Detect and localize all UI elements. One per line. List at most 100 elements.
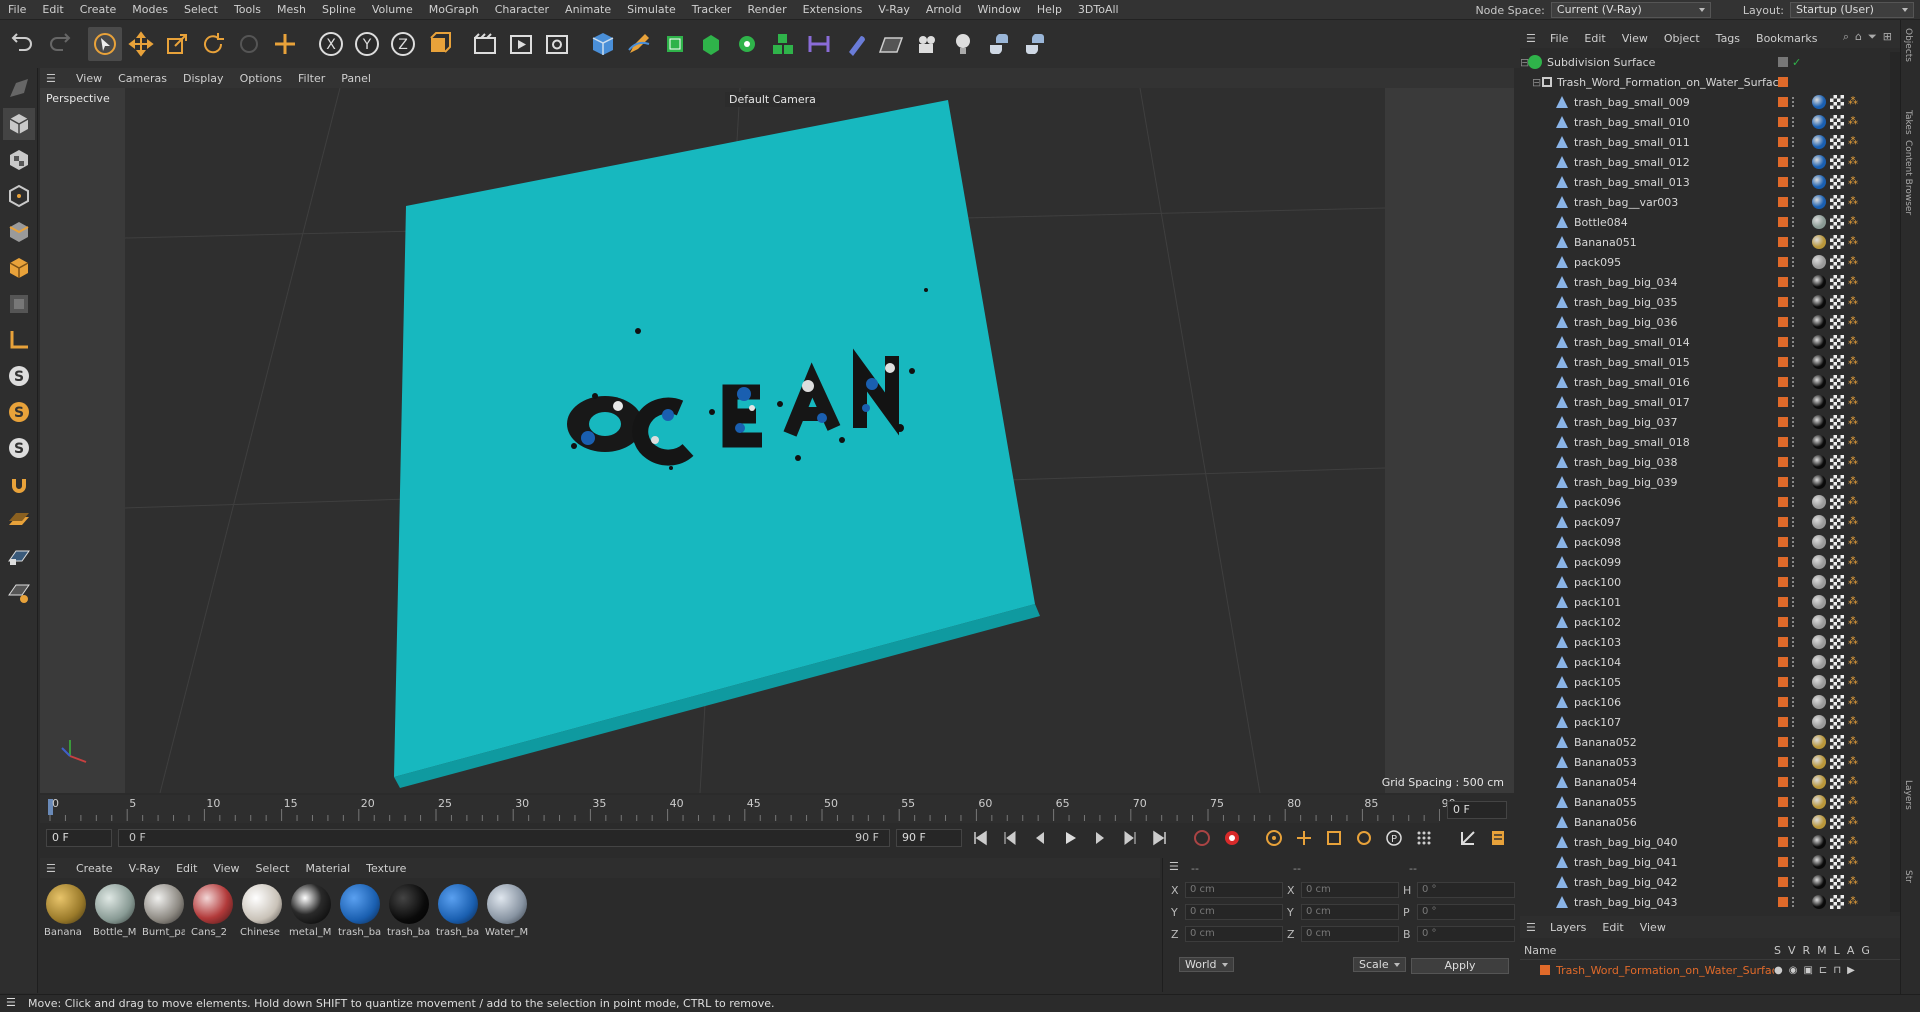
- viewport-menu-view[interactable]: View: [68, 72, 110, 85]
- coord-field[interactable]: 0 cm: [1301, 904, 1399, 920]
- coord-field[interactable]: 0 °: [1417, 882, 1515, 898]
- uv-tag-icon[interactable]: [1830, 555, 1844, 569]
- uv-tag-icon[interactable]: [1830, 755, 1844, 769]
- material-tag-icon[interactable]: [1812, 235, 1826, 249]
- object-row[interactable]: trash_bag_big_037 ⁂: [1520, 412, 1890, 432]
- menu-file[interactable]: File: [0, 3, 34, 16]
- viewport-menu-cameras[interactable]: Cameras: [110, 72, 175, 85]
- visibility-dots-icon[interactable]: [1792, 657, 1796, 667]
- parameter-key-button[interactable]: P: [1382, 827, 1406, 849]
- object-row[interactable]: trash_bag_big_034 ⁂: [1520, 272, 1890, 292]
- start-frame-field[interactable]: 0 F: [46, 829, 112, 847]
- object-row[interactable]: trash_bag_small_009 ⁂: [1520, 92, 1890, 112]
- hamburger-icon[interactable]: ☰: [1169, 860, 1179, 873]
- side-tab[interactable]: Layers: [1903, 780, 1913, 810]
- layer-color-icon[interactable]: [1778, 497, 1788, 507]
- hamburger-icon[interactable]: ☰: [46, 72, 68, 85]
- phong-tag-icon[interactable]: ⁂: [1848, 396, 1860, 408]
- y-axis-button[interactable]: Y: [350, 27, 384, 61]
- object-row[interactable]: trash_bag_small_011 ⁂: [1520, 132, 1890, 152]
- material-tag-icon[interactable]: [1812, 355, 1826, 369]
- layer-color-icon[interactable]: [1778, 717, 1788, 727]
- extrude-button[interactable]: [694, 27, 728, 61]
- material-menu-texture[interactable]: Texture: [358, 862, 414, 875]
- material-swatch[interactable]: trash_ba: [338, 884, 381, 988]
- home-icon[interactable]: ⌂: [1855, 30, 1862, 44]
- phong-tag-icon[interactable]: ⁂: [1848, 596, 1860, 608]
- uv-tag-icon[interactable]: [1830, 855, 1844, 869]
- phong-tag-icon[interactable]: ⁂: [1848, 156, 1860, 168]
- side-tab[interactable]: Str: [1903, 870, 1913, 883]
- autokey-button[interactable]: [1220, 827, 1244, 849]
- object-row[interactable]: trash_bag_big_041 ⁂: [1520, 852, 1890, 872]
- material-menu-view[interactable]: View: [205, 862, 247, 875]
- object-menu-view[interactable]: View: [1614, 32, 1656, 45]
- layer-color-icon[interactable]: [1778, 157, 1788, 167]
- visibility-dots-icon[interactable]: [1792, 397, 1796, 407]
- texture-mode-button[interactable]: [3, 144, 35, 176]
- material-tag-icon[interactable]: [1812, 155, 1826, 169]
- material-tag-icon[interactable]: [1812, 775, 1826, 789]
- object-menu-edit[interactable]: Edit: [1576, 32, 1613, 45]
- material-tag-icon[interactable]: [1812, 595, 1826, 609]
- object-row[interactable]: pack102 ⁂: [1520, 612, 1890, 632]
- menu-window[interactable]: Window: [969, 3, 1028, 16]
- uv-tag-icon[interactable]: [1830, 515, 1844, 529]
- layer-color-icon[interactable]: [1778, 237, 1788, 247]
- visibility-dots-icon[interactable]: [1792, 637, 1796, 647]
- visibility-dots-icon[interactable]: [1792, 477, 1796, 487]
- visibility-dots-icon[interactable]: [1792, 217, 1796, 227]
- viewport[interactable]: Perspective Default Camera Grid Spacing …: [40, 88, 1514, 793]
- object-row[interactable]: trash_bag__var003 ⁂: [1520, 192, 1890, 212]
- material-tag-icon[interactable]: [1812, 695, 1826, 709]
- coord-type-dropdown[interactable]: Scale: [1353, 957, 1406, 972]
- new-window-icon[interactable]: ⊞: [1883, 30, 1892, 44]
- uv-tag-icon[interactable]: [1830, 275, 1844, 289]
- cloner-button[interactable]: [730, 27, 764, 61]
- layer-color-icon[interactable]: [1778, 877, 1788, 887]
- visibility-dots-icon[interactable]: [1792, 757, 1796, 767]
- layer-color-icon[interactable]: [1778, 357, 1788, 367]
- hamburger-icon[interactable]: ☰: [1520, 32, 1542, 45]
- object-row[interactable]: trash_bag_small_015 ⁂: [1520, 352, 1890, 372]
- mograph-button[interactable]: [766, 27, 800, 61]
- layer-color-icon[interactable]: [1778, 117, 1788, 127]
- material-tag-icon[interactable]: [1812, 215, 1826, 229]
- material-swatch[interactable]: metal_M: [289, 884, 332, 988]
- object-row[interactable]: trash_bag_big_042 ⁂: [1520, 872, 1890, 892]
- material-menu-create[interactable]: Create: [68, 862, 121, 875]
- menu-character[interactable]: Character: [487, 3, 557, 16]
- visibility-dots-icon[interactable]: [1792, 557, 1796, 567]
- go-to-end-button[interactable]: [1148, 827, 1172, 849]
- phong-tag-icon[interactable]: ⁂: [1848, 116, 1860, 128]
- rotate-tool-button[interactable]: [196, 27, 230, 61]
- light-button[interactable]: [946, 27, 980, 61]
- uv-tag-icon[interactable]: [1830, 215, 1844, 229]
- phong-tag-icon[interactable]: ⁂: [1848, 416, 1860, 428]
- layer-color-icon[interactable]: [1778, 837, 1788, 847]
- material-tag-icon[interactable]: [1812, 135, 1826, 149]
- material-tag-icon[interactable]: [1812, 635, 1826, 649]
- material-menu-edit[interactable]: Edit: [168, 862, 205, 875]
- side-tab[interactable]: Takes: [1903, 110, 1913, 135]
- timeline-ruler[interactable]: 051015202530354045505560657075808590: [40, 795, 1456, 823]
- layer-color-icon[interactable]: [1778, 637, 1788, 647]
- object-row[interactable]: Banana053 ⁂: [1520, 752, 1890, 772]
- redo-button[interactable]: [42, 27, 76, 61]
- menu-mograph[interactable]: MoGraph: [421, 3, 487, 16]
- object-row[interactable]: trash_bag_big_040 ⁂: [1520, 832, 1890, 852]
- render-settings-button[interactable]: [540, 27, 574, 61]
- layer-color-icon[interactable]: [1778, 457, 1788, 467]
- object-row[interactable]: pack099 ⁂: [1520, 552, 1890, 572]
- visibility-dots-icon[interactable]: [1792, 237, 1796, 247]
- coord-field[interactable]: 0 cm: [1185, 882, 1283, 898]
- coord-field[interactable]: 0 cm: [1301, 882, 1399, 898]
- uv-tag-icon[interactable]: [1830, 495, 1844, 509]
- uv-tag-icon[interactable]: [1830, 195, 1844, 209]
- make-editable-button[interactable]: [3, 72, 35, 104]
- record-button[interactable]: [1190, 827, 1214, 849]
- visibility-dots-icon[interactable]: [1792, 897, 1796, 907]
- object-row[interactable]: trash_bag_small_010 ⁂: [1520, 112, 1890, 132]
- scale-tool-button[interactable]: [160, 27, 194, 61]
- lock-icon[interactable]: ⊓: [1833, 965, 1841, 976]
